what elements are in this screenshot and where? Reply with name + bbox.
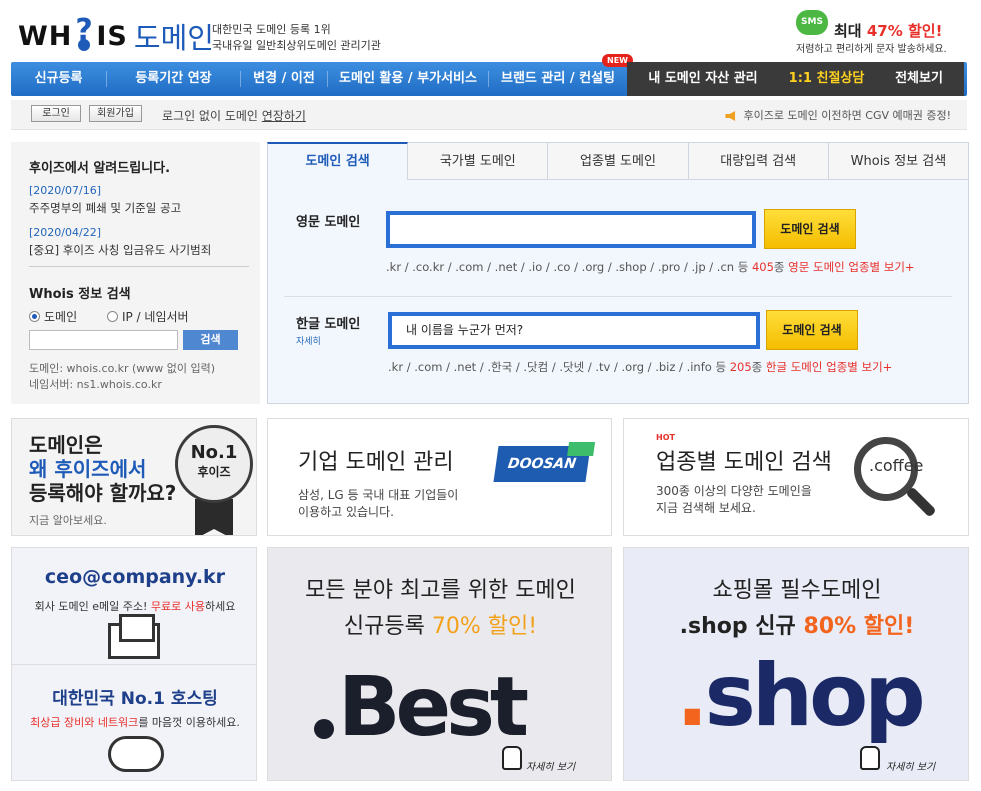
cloud-icon — [108, 736, 164, 772]
why-whois-sub: 지금 알아보세요. — [29, 514, 107, 527]
email-title: ceo@company.kr — [44, 566, 226, 588]
nav-new-registration[interactable]: 신규등록 — [11, 62, 106, 96]
enterprise-sub: 삼성, LG 등 국내 대표 기업들이 이용하고 있습니다. — [298, 488, 459, 519]
industry-search-banner[interactable]: HOT 업종별 도메인 검색 300종 이상의 다양한 도메인을 지금 검색해 보… — [623, 418, 969, 536]
radio-ip[interactable]: IP / 네임서버 — [106, 310, 189, 324]
logo-question-icon: ? — [73, 13, 95, 53]
hosting-sub: 최상급 장비와 네트워크를 마음껏 이용하세요. — [30, 716, 240, 729]
best-logo: Best — [310, 660, 529, 755]
whois-title: Whois 정보 검색 — [29, 287, 131, 302]
tagline-line-2: 국내유일 일반최상위도메인 관리기관 — [212, 39, 381, 52]
korean-tld-list: .kr / .com / .net / .한국 / .닷컴 / .닷넷 / .t… — [388, 360, 893, 374]
cgv-notice[interactable]: 후이즈로 도메인 이전하면 CGV 예매권 증정! — [725, 107, 951, 123]
notice-panel: 후이즈에서 알려드립니다. [2020/07/16] 주주명부의 폐쇄 및 기준… — [11, 142, 260, 404]
enterprise-banner[interactable]: 기업 도메인 관리 삼성, LG 등 국내 대표 기업들이 이용하고 있습니다. … — [267, 418, 612, 536]
sms-headline: 최대 47% 할인! — [834, 22, 943, 40]
renew-without-login: 로그인 없이 도메인 연장하기 — [162, 109, 306, 123]
signup-button[interactable]: 회원가입 — [89, 105, 142, 122]
shop-domain-banner[interactable]: 쇼핑몰 필수도메인 .shop 신규 80% 할인! .shop 자세히 보기 — [623, 547, 969, 781]
radio-checked-icon — [29, 311, 40, 322]
sms-icon: SMS — [796, 10, 828, 35]
login-bar: 로그인 회원가입 로그인 없이 도메인 연장하기 후이즈로 도메인 이전하면 C… — [11, 100, 967, 130]
english-tld-list: .kr / .co.kr / .com / .net / .io / .co /… — [386, 260, 915, 274]
nav-consult[interactable]: 1:1 친절상담 — [779, 62, 874, 96]
tab-industry-domain[interactable]: 업종별 도메인 — [548, 142, 689, 180]
logo-korean: 도메인 — [133, 21, 214, 55]
sms-subtext: 저렴하고 편리하게 문자 발송하세요. — [796, 44, 947, 55]
tagline: 대한민국 도메인 등록 1위 국내유일 일반최상위도메인 관리기관 — [212, 22, 381, 54]
whois-input[interactable] — [29, 330, 178, 350]
industry-sub: 300종 이상의 다양한 도메인을 지금 검색해 보세요. — [656, 484, 812, 515]
nav-brand[interactable]: 브랜드 관리 / 컨설팅 NEW — [489, 54, 633, 96]
whois-hint-domain: 도메인: whois.co.kr (www 없이 입력) — [29, 362, 216, 375]
nav-services[interactable]: 도메인 활용 / 부가서비스 — [328, 62, 488, 96]
nav-renewal[interactable]: 등록기간 연장 — [107, 62, 240, 96]
best-detail-link[interactable]: 자세히 보기 — [526, 758, 575, 773]
email-hosting-banner[interactable]: ceo@company.kr 회사 도메인 e메일 주소! 무료로 사용하세요 … — [11, 547, 257, 781]
korean-domain-label: 한글 도메인 자세히 — [296, 317, 361, 347]
korean-industry-link[interactable]: 한글 도메인 업종별 보기+ — [766, 360, 892, 374]
pointer-hand-icon — [860, 746, 880, 770]
main-nav: 신규등록 등록기간 연장 변경 / 이전 도메인 활용 / 부가서비스 브랜드 … — [11, 54, 967, 96]
hosting-title: 대한민국 No.1 호스팅 — [52, 689, 218, 709]
shop-discount: .shop 신규 80% 할인! — [679, 614, 915, 639]
best-headline: 모든 분야 최고를 위한 도메인 — [305, 578, 576, 603]
tab-whois-search[interactable]: Whois 정보 검색 — [828, 142, 970, 180]
no1-medal-icon: No.1 후이즈 — [175, 425, 253, 503]
logo[interactable]: WH ? IS 도메인 — [18, 13, 214, 58]
ribbon-icon — [195, 499, 233, 535]
tagline-line-1: 대한민국 도메인 등록 1위 — [212, 23, 331, 36]
korean-search-button[interactable]: 도메인 검색 — [766, 310, 858, 350]
industry-title: 업종별 도메인 검색 — [656, 450, 832, 475]
whois-hint-ns: 네임서버: ns1.whois.co.kr — [29, 378, 162, 391]
whois-radio-group: 도메인 IP / 네임서버 — [29, 308, 189, 325]
english-industry-link[interactable]: 영문 도메인 업종별 보기+ — [788, 260, 914, 274]
enterprise-title: 기업 도메인 관리 — [298, 450, 454, 475]
why-whois-banner[interactable]: 도메인은 왜 후이즈에서 등록해야 할까요? 지금 알아보세요. No.1 후이… — [11, 418, 257, 536]
tab-domain-search[interactable]: 도메인 검색 — [267, 142, 409, 180]
radio-domain[interactable]: 도메인 — [29, 310, 77, 324]
nav-transfer[interactable]: 변경 / 이전 — [241, 62, 327, 96]
doosan-logo: DOOSAN — [493, 446, 591, 482]
tab-country-domain[interactable]: 국가별 도메인 — [408, 142, 549, 180]
korean-detail-link[interactable]: 자세히 — [296, 334, 360, 347]
shop-headline: 쇼핑몰 필수도메인 — [712, 578, 882, 603]
why-whois-text: 도메인은 왜 후이즈에서 등록해야 할까요? — [29, 433, 177, 505]
renew-link[interactable]: 연장하기 — [262, 109, 306, 123]
english-domain-input[interactable] — [386, 211, 756, 248]
search-panel: 영문 도메인 도메인 검색 .kr / .co.kr / .com / .net… — [267, 180, 969, 404]
speaker-icon — [725, 111, 736, 121]
tab-bulk-search[interactable]: 대량입력 검색 — [688, 142, 829, 180]
envelope-icon — [108, 614, 160, 659]
news-item[interactable]: [중요] 후이즈 사칭 입금유도 사기범죄 — [29, 242, 211, 258]
shop-logo: .shop — [676, 646, 926, 746]
magnifier-handle — [905, 486, 937, 518]
news-date: [2020/04/22] — [29, 226, 101, 239]
logo-wh: WH — [18, 20, 73, 52]
logo-is: IS — [96, 20, 128, 52]
english-domain-label: 영문 도메인 — [296, 215, 361, 230]
shop-detail-link[interactable]: 자세히 보기 — [886, 758, 935, 773]
korean-domain-input[interactable]: 내 이름을 누군가 먼저? — [388, 312, 760, 349]
nav-my-assets[interactable]: 내 도메인 자산 관리 — [627, 62, 779, 96]
best-domain-banner[interactable]: 모든 분야 최고를 위한 도메인 신규등록 70% 할인! Best 자세히 보… — [267, 547, 612, 781]
notice-title: 후이즈에서 알려드립니다. — [29, 161, 171, 176]
news-item[interactable]: 주주명부의 폐쇄 및 기준일 공고 — [29, 200, 181, 216]
nav-view-all[interactable]: 전체보기 — [874, 62, 964, 96]
news-date: [2020/07/16] — [29, 184, 101, 197]
whois-search-button[interactable]: 검색 — [183, 330, 238, 350]
login-button[interactable]: 로그인 — [31, 105, 81, 122]
hot-badge: HOT — [656, 433, 675, 442]
english-search-button[interactable]: 도메인 검색 — [764, 209, 856, 249]
email-sub: 회사 도메인 e메일 주소! 무료로 사용하세요 — [34, 600, 236, 613]
radio-unchecked-icon — [106, 311, 118, 322]
search-tabs: 도메인 검색 국가별 도메인 업종별 도메인 대량입력 검색 Whois 정보 … — [267, 142, 970, 180]
best-discount: 신규등록 70% 할인! — [343, 614, 538, 639]
pointer-hand-icon — [502, 746, 522, 770]
